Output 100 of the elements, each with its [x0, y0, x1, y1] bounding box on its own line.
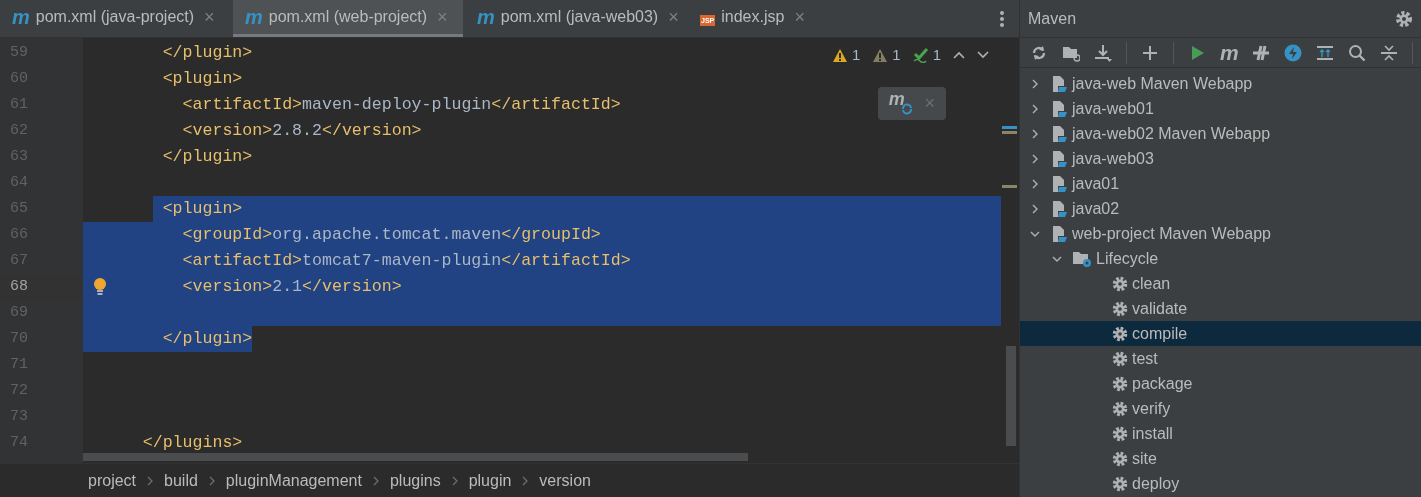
maven-icon: m — [477, 7, 495, 27]
code-text: </plugins> — [142, 431, 243, 454]
add-icon[interactable] — [1141, 43, 1159, 62]
maven-icon: m — [12, 7, 30, 27]
settings-icon[interactable] — [1395, 9, 1413, 28]
chevron-right-icon — [1030, 128, 1040, 139]
module-icon — [1050, 74, 1068, 93]
skip-tests-icon[interactable] — [1252, 43, 1270, 62]
tab-label: pom.xml (java-project) — [35, 7, 195, 27]
code-text: </plugin> — [162, 41, 253, 64]
chevron-right-icon — [147, 475, 154, 486]
count-label: 1 — [932, 45, 941, 65]
breadcrumb-link[interactable]: plugin — [468, 468, 512, 493]
tree-item[interactable]: deploy — [1020, 471, 1421, 496]
code-text: </plugin> — [162, 327, 253, 350]
scrollbar-thumb[interactable] — [1006, 346, 1016, 446]
tree-item[interactable]: java01 — [1020, 171, 1421, 196]
code-text: 2.1 — [272, 275, 303, 298]
breadcrumb-link[interactable]: project — [88, 468, 137, 493]
search-icon[interactable] — [1348, 43, 1366, 62]
gear-icon — [1112, 275, 1128, 292]
code-text: org.apache.tomcat.maven — [272, 223, 502, 246]
gear-icon — [1112, 350, 1128, 367]
code-text: </artifactId> — [491, 93, 621, 116]
code-text: <plugin> — [162, 197, 243, 220]
marker-icon — [1002, 126, 1017, 129]
chevron-right-icon — [1030, 203, 1040, 214]
tree-item[interactable]: test — [1020, 346, 1421, 371]
module-icon — [1050, 224, 1068, 243]
code-text: <version> — [182, 119, 273, 142]
gear-icon — [1112, 300, 1128, 317]
count-label: 1 — [851, 45, 861, 65]
editor-tab[interactable]: m pom.xml (java-web03) × — [465, 0, 686, 37]
marker-icon — [1002, 131, 1017, 134]
panel-title: Maven — [1028, 8, 1077, 29]
line-number: 68 — [10, 276, 28, 297]
expand-icon[interactable] — [1316, 43, 1334, 62]
tree-item[interactable]: package — [1020, 371, 1421, 396]
module-icon — [1050, 124, 1068, 143]
tree-item[interactable]: clean — [1020, 271, 1421, 296]
tab-label: pom.xml (java-web03) — [500, 7, 659, 27]
code-text: </groupId> — [501, 223, 601, 246]
code-text: <plugin> — [162, 67, 243, 90]
more-icon[interactable] — [999, 9, 1005, 28]
folder-icon — [1072, 249, 1092, 268]
gear-icon — [1112, 425, 1128, 442]
code-text: </version> — [302, 275, 402, 298]
tree-item[interactable]: java-web02 Maven Webapp — [1020, 121, 1421, 146]
chevron-right-icon — [451, 475, 458, 486]
gear-icon — [1112, 475, 1128, 492]
breadcrumb-link[interactable]: build — [164, 468, 198, 493]
tree-item[interactable]: java-web01 — [1020, 96, 1421, 121]
breadcrumb-link[interactable]: pluginManagement — [225, 468, 362, 493]
tree-item[interactable]: install — [1020, 421, 1421, 446]
maven-icon: m — [245, 7, 263, 27]
breadcrumb-link[interactable]: plugins — [389, 468, 441, 493]
tree-item[interactable]: java-web Maven Webapp — [1020, 71, 1421, 96]
tree-item[interactable]: site — [1020, 446, 1421, 471]
horizontal-scrollbar[interactable] — [83, 453, 748, 461]
code-text: </artifactId> — [501, 249, 631, 272]
tree-item[interactable]: compile — [1020, 321, 1421, 346]
tab-label: index.jsp — [721, 7, 785, 27]
tree-item[interactable]: java02 — [1020, 196, 1421, 221]
module-icon — [1050, 174, 1068, 193]
tree-item[interactable]: validate — [1020, 296, 1421, 321]
tab-label: pom.xml (web-project) — [268, 7, 428, 27]
collapse-icon[interactable] — [1380, 43, 1398, 62]
tree-item[interactable]: java-web03 — [1020, 146, 1421, 171]
code-text: tomcat7-maven-plugin — [302, 249, 502, 272]
editor-tab[interactable]: m pom.xml (web-project) × — [233, 0, 463, 37]
tree-item[interactable]: verify — [1020, 396, 1421, 421]
maven-reload-button[interactable]: m — [888, 91, 915, 116]
check-icon — [912, 47, 929, 64]
gear-icon — [1112, 375, 1128, 392]
code-text: <artifactId> — [182, 93, 303, 116]
code-text: <artifactId> — [182, 249, 303, 272]
chevron-up-icon[interactable] — [953, 51, 965, 60]
code-text: </plugin> — [162, 145, 253, 168]
gear-icon — [1112, 450, 1128, 467]
chevron-right-icon — [1030, 153, 1040, 164]
download-icon[interactable] — [1094, 43, 1112, 62]
code-text: <version> — [182, 275, 273, 298]
warning-icon — [872, 47, 889, 63]
tree-item[interactable]: Lifecycle — [1020, 246, 1421, 271]
chevron-right-icon — [1030, 178, 1040, 189]
editor-tab[interactable]: m pom.xml (java-project) × — [0, 0, 231, 37]
tree-item[interactable]: web-project Maven Webapp — [1020, 221, 1421, 246]
chevron-down-icon[interactable] — [977, 51, 989, 60]
breadcrumb-link[interactable]: version — [539, 468, 591, 493]
code-text: maven-deploy-plugin — [302, 93, 492, 116]
lightning-icon[interactable] — [1284, 43, 1302, 62]
lightbulb-icon[interactable] — [93, 277, 107, 297]
maven-icon[interactable]: m — [1220, 42, 1238, 63]
marker-icon — [1002, 185, 1017, 188]
module-icon — [1050, 149, 1068, 168]
count-label: 1 — [892, 45, 901, 65]
code-text: <groupId> — [182, 223, 273, 246]
gear-icon — [1112, 400, 1128, 417]
chevron-right-icon — [1030, 103, 1040, 114]
chevron-right-icon — [208, 475, 215, 486]
